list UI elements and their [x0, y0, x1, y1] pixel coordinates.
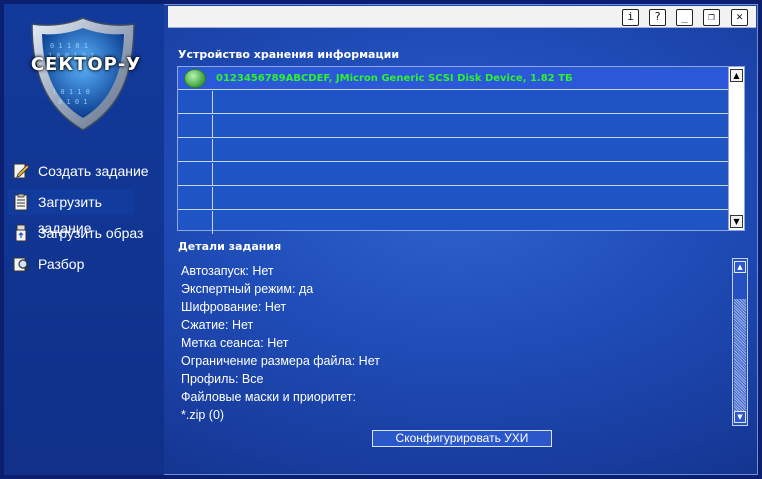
details-section-title: Детали задания [178, 240, 282, 253]
empty-row[interactable] [178, 115, 728, 138]
device-list: 0123456789ABCDEF, JMicron Generic SCSI D… [177, 66, 745, 234]
scroll-up-icon[interactable]: ▲ [730, 69, 743, 82]
info-button[interactable]: i [622, 9, 639, 26]
task-details: Автозапуск: Нет Экспертный режим: да Шиф… [181, 262, 721, 424]
edit-icon [12, 162, 30, 180]
sidebar-item-analysis[interactable]: Разбор [8, 251, 164, 277]
empty-row[interactable] [178, 139, 728, 162]
help-button[interactable]: ? [649, 9, 666, 26]
sidebar-item-label: Загрузить образ [38, 225, 144, 241]
sidebar-item-create-task[interactable]: Создать задание [8, 158, 164, 184]
configure-storage-button[interactable]: Сконфигурировать УХИ [372, 430, 552, 447]
svg-text:0 1 0 1: 0 1 0 1 [58, 98, 88, 106]
device-list-scrollbar[interactable]: ▲ ▼ [728, 67, 744, 230]
logo-text: СЕКТОР-У [30, 54, 142, 75]
detail-line: Шифрование: Нет [181, 300, 287, 314]
details-scrollbar[interactable]: ▲ ▼ [732, 258, 748, 426]
sidebar-item-label: Разбор [38, 256, 85, 272]
device-name: 0123456789ABCDEF, JMicron Generic SCSI D… [216, 73, 573, 84]
restore-button[interactable]: ❐ [703, 9, 720, 26]
empty-row[interactable] [178, 211, 728, 234]
empty-row[interactable] [178, 91, 728, 114]
task-list-icon [12, 193, 30, 211]
svg-text:1 0 1 1 0: 1 0 1 1 0 [52, 88, 90, 96]
storage-section-title: Устройство хранения информации [178, 48, 400, 61]
minimize-button[interactable]: _ [676, 9, 693, 26]
detail-line: Автозапуск: Нет [181, 264, 274, 278]
scroll-track[interactable] [734, 299, 746, 413]
detail-line: Ограничение размера файла: Нет [181, 354, 380, 368]
empty-row[interactable] [178, 163, 728, 186]
detail-line: Профиль: Все [181, 372, 264, 386]
scroll-up-icon[interactable]: ▲ [734, 261, 746, 273]
sidebar-item-load-task[interactable]: Загрузить задание [8, 189, 134, 236]
scroll-down-icon[interactable]: ▼ [730, 215, 743, 228]
svg-text:0 1 1 0 1: 0 1 1 0 1 [50, 42, 88, 50]
detail-line: Экспертный режим: да [181, 282, 314, 296]
empty-row[interactable] [178, 187, 728, 210]
device-row[interactable]: 0123456789ABCDEF, JMicron Generic SCSI D… [178, 67, 728, 90]
drive-icon [184, 69, 206, 88]
detail-line: *.zip (0) [181, 408, 225, 422]
magnifier-icon [12, 255, 30, 273]
scroll-down-icon[interactable]: ▼ [734, 411, 746, 423]
usb-drive-icon [12, 224, 30, 242]
close-button[interactable]: ✕ [731, 9, 748, 26]
detail-line: Файловые маски и приоритет: [181, 390, 356, 404]
sidebar-item-load-image[interactable]: Загрузить образ [8, 220, 164, 246]
sidebar-menu: Создать задание Загрузить задание Загруз… [8, 158, 164, 282]
sidebar-item-label: Создать задание [38, 163, 149, 179]
detail-line: Сжатие: Нет [181, 318, 254, 332]
detail-line: Метка сеанса: Нет [181, 336, 289, 350]
title-bar: i ? _ ❐ ✕ [168, 6, 756, 28]
